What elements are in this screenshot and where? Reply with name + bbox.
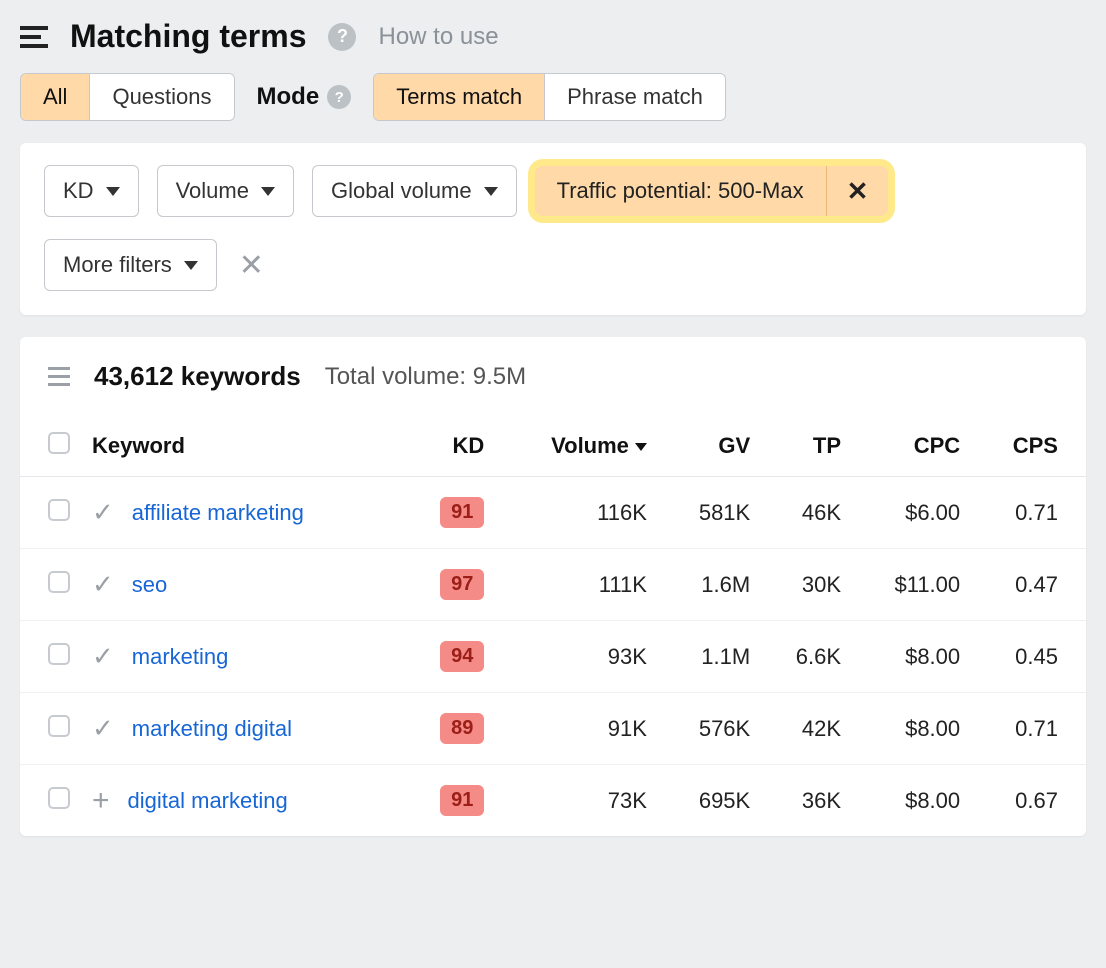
add-icon[interactable]: + <box>92 786 110 816</box>
cell-cpc: $11.00 <box>851 549 970 621</box>
mode-tabs: Terms match Phrase match <box>373 73 726 121</box>
cell-cps: 0.67 <box>970 765 1086 837</box>
cell-volume: 91K <box>494 693 661 765</box>
sort-desc-icon <box>635 443 647 451</box>
check-icon[interactable]: ✓ <box>92 713 114 744</box>
cell-cpc: $8.00 <box>851 765 970 837</box>
filters-panel: KD Volume Global volume Traffic potentia… <box>20 143 1086 315</box>
tab-questions[interactable]: Questions <box>89 74 233 120</box>
row-checkbox[interactable] <box>48 715 70 737</box>
cell-volume: 73K <box>494 765 661 837</box>
keyword-link[interactable]: seo <box>132 572 167 598</box>
col-tp[interactable]: TP <box>760 416 851 477</box>
filter-traffic-potential-remove[interactable]: ✕ <box>826 166 889 216</box>
cell-cpc: $8.00 <box>851 693 970 765</box>
cell-volume: 111K <box>494 549 661 621</box>
filter-global-volume[interactable]: Global volume <box>312 165 517 217</box>
cell-volume: 93K <box>494 621 661 693</box>
page-title: Matching terms <box>70 18 306 55</box>
row-checkbox[interactable] <box>48 571 70 593</box>
mode-help-icon[interactable]: ? <box>327 85 351 109</box>
kd-badge: 89 <box>440 713 484 744</box>
cell-gv: 1.6M <box>661 549 760 621</box>
filter-more[interactable]: More filters <box>44 239 217 291</box>
keyword-link[interactable]: marketing digital <box>132 716 292 742</box>
keyword-count: 43,612 keywords <box>94 361 301 392</box>
caret-down-icon <box>184 261 198 270</box>
table-row: + digital marketing 91 73K695K36K$8.000.67 <box>20 765 1086 837</box>
help-icon[interactable]: ? <box>328 23 356 51</box>
col-cpc[interactable]: CPC <box>851 416 970 477</box>
tab-all[interactable]: All <box>21 74 89 120</box>
cell-cps: 0.47 <box>970 549 1086 621</box>
cell-tp: 36K <box>760 765 851 837</box>
col-cps[interactable]: CPS <box>970 416 1086 477</box>
filter-volume[interactable]: Volume <box>157 165 294 217</box>
cell-gv: 1.1M <box>661 621 760 693</box>
select-all-checkbox[interactable] <box>48 432 70 454</box>
kd-badge: 94 <box>440 641 484 672</box>
table-row: ✓ marketing digital 89 91K576K42K$8.000.71 <box>20 693 1086 765</box>
cell-gv: 576K <box>661 693 760 765</box>
cell-tp: 6.6K <box>760 621 851 693</box>
table-row: ✓ marketing 94 93K1.1M6.6K$8.000.45 <box>20 621 1086 693</box>
filter-traffic-potential-label: Traffic potential: 500-Max <box>535 166 826 216</box>
tab-phrase-match[interactable]: Phrase match <box>544 74 725 120</box>
check-icon[interactable]: ✓ <box>92 569 114 600</box>
table-row: ✓ affiliate marketing 91 116K581K46K$6.000.… <box>20 477 1086 549</box>
caret-down-icon <box>106 187 120 196</box>
menu-icon[interactable] <box>20 26 48 48</box>
cell-gv: 695K <box>661 765 760 837</box>
how-to-use-link[interactable]: How to use <box>378 23 498 51</box>
row-checkbox[interactable] <box>48 499 70 521</box>
row-checkbox[interactable] <box>48 643 70 665</box>
caret-down-icon <box>484 187 498 196</box>
keyword-link[interactable]: marketing <box>132 644 229 670</box>
list-icon[interactable] <box>48 367 70 386</box>
kd-badge: 91 <box>440 785 484 816</box>
mode-label: Mode ? <box>257 83 352 111</box>
col-kd[interactable]: KD <box>405 416 494 477</box>
cell-gv: 581K <box>661 477 760 549</box>
cell-cps: 0.71 <box>970 477 1086 549</box>
cell-cpc: $6.00 <box>851 477 970 549</box>
cell-cps: 0.71 <box>970 693 1086 765</box>
cell-cps: 0.45 <box>970 621 1086 693</box>
tab-terms-match[interactable]: Terms match <box>374 74 544 120</box>
caret-down-icon <box>261 187 275 196</box>
cell-volume: 116K <box>494 477 661 549</box>
cell-tp: 30K <box>760 549 851 621</box>
total-volume: Total volume: 9.5M <box>325 363 526 391</box>
col-gv[interactable]: GV <box>661 416 760 477</box>
cell-cpc: $8.00 <box>851 621 970 693</box>
col-keyword[interactable]: Keyword <box>80 416 405 477</box>
check-icon[interactable]: ✓ <box>92 497 114 528</box>
col-volume[interactable]: Volume <box>494 416 661 477</box>
table-row: ✓ seo 97 111K1.6M30K$11.000.47 <box>20 549 1086 621</box>
kd-badge: 91 <box>440 497 484 528</box>
cell-tp: 46K <box>760 477 851 549</box>
cell-tp: 42K <box>760 693 851 765</box>
kd-badge: 97 <box>440 569 484 600</box>
row-checkbox[interactable] <box>48 787 70 809</box>
filter-kd[interactable]: KD <box>44 165 139 217</box>
close-icon: ✕ <box>847 178 869 204</box>
keyword-link[interactable]: affiliate marketing <box>132 500 304 526</box>
keywords-table: Keyword KD Volume GV TP CPC CPS ✓ affilia… <box>20 416 1086 836</box>
scope-tabs: All Questions <box>20 73 235 121</box>
keyword-link[interactable]: digital marketing <box>128 788 288 814</box>
clear-filters-icon[interactable]: ✕ <box>239 248 264 283</box>
check-icon[interactable]: ✓ <box>92 641 114 672</box>
results-panel: 43,612 keywords Total volume: 9.5M Keywo… <box>20 337 1086 836</box>
filter-traffic-potential[interactable]: Traffic potential: 500-Max ✕ <box>535 166 889 216</box>
